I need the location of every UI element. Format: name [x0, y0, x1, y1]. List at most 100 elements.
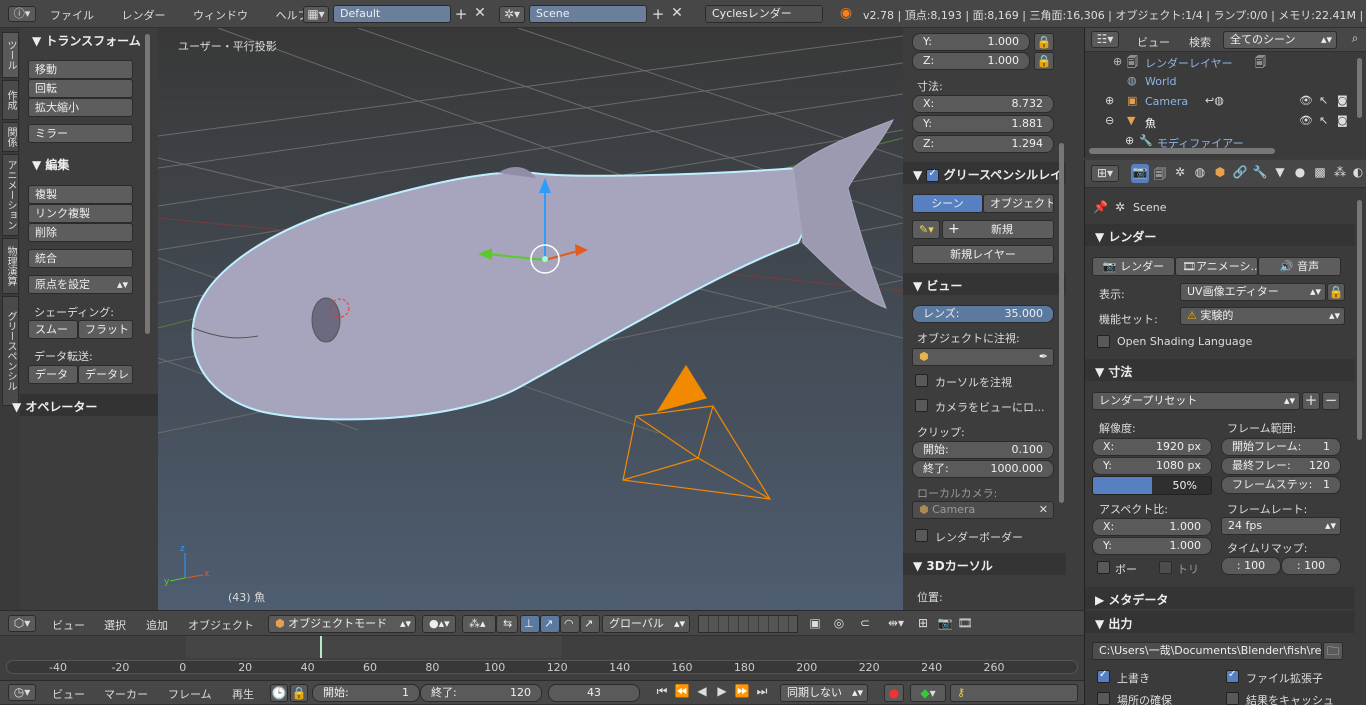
- camera-object[interactable]: [622, 364, 772, 500]
- scene-context-icon[interactable]: ✲: [1171, 165, 1189, 179]
- end-field[interactable]: 終了: 120: [420, 684, 542, 702]
- timeline-view-menu[interactable]: ビュー: [52, 686, 85, 702]
- selectable-cursor-icon[interactable]: ↖: [1319, 114, 1328, 127]
- dimensions-panel-header[interactable]: ▼ 寸法: [1095, 363, 1132, 380]
- move-button[interactable]: 移動: [28, 60, 133, 79]
- cache-result-checkbox[interactable]: [1226, 692, 1239, 705]
- new-layer-button[interactable]: 新規レイヤー: [912, 245, 1054, 264]
- audio-button[interactable]: 🔊 音声: [1258, 257, 1341, 276]
- scene-add-icon[interactable]: +: [650, 5, 666, 23]
- pin-icon[interactable]: 📌: [1093, 200, 1108, 214]
- render-button[interactable]: 📷 レンダー: [1092, 257, 1175, 276]
- frame-step-field[interactable]: フレームステッ: 1: [1221, 476, 1341, 494]
- object-menu[interactable]: オブジェクト: [188, 617, 254, 633]
- file-extension-checkbox[interactable]: [1226, 669, 1239, 683]
- material-context-icon[interactable]: ●: [1291, 165, 1309, 179]
- edit-panel-header[interactable]: ▼ 編集: [32, 156, 69, 173]
- jump-next-keyframe-icon[interactable]: ⏩: [732, 684, 752, 698]
- jump-prev-keyframe-icon[interactable]: ⏪: [672, 684, 692, 698]
- timeline-editor-icon[interactable]: ◷▾: [8, 684, 36, 701]
- scene-close-icon[interactable]: ✕: [669, 5, 685, 21]
- snap-target-icon[interactable]: ⊞: [914, 616, 932, 630]
- lock-location-z-icon[interactable]: 🔒: [1034, 52, 1054, 70]
- frame-menu[interactable]: フレーム: [168, 686, 212, 702]
- join-button[interactable]: 統合: [28, 249, 133, 268]
- visibility-eye-icon[interactable]: 👁: [1299, 114, 1313, 127]
- arc-manipulator-icon[interactable]: ◠: [560, 615, 580, 633]
- modifiers-context-icon[interactable]: 🔧: [1251, 165, 1269, 179]
- proportional-edit-icon[interactable]: ◎: [830, 616, 848, 630]
- outliner-filter-select[interactable]: 全てのシーン ▴▾: [1223, 31, 1337, 49]
- resolution-percentage-slider[interactable]: 50%: [1092, 476, 1212, 495]
- scene-icon[interactable]: ✲▾: [499, 6, 525, 23]
- flat-button[interactable]: フラット: [78, 320, 133, 339]
- outliner-item-camera[interactable]: ⊕ ▣ Camera ↩◍ 👁 ↖ ◙: [1105, 94, 1353, 112]
- render-camera-icon[interactable]: ◙: [1337, 94, 1348, 107]
- start-frame-field[interactable]: 開始フレーム: 1: [1221, 438, 1341, 456]
- jump-end-icon[interactable]: ⏭: [752, 684, 772, 699]
- tab-relations[interactable]: 関係: [2, 122, 19, 152]
- tab-animation[interactable]: アニメーション: [2, 154, 19, 236]
- playback-menu[interactable]: 再生: [232, 686, 254, 702]
- operator-panel-header[interactable]: ▼ オペレーター: [12, 398, 97, 415]
- render-border-checkbox[interactable]: [915, 529, 928, 542]
- animation-button[interactable]: 🎞アニメーシ...: [1175, 257, 1258, 276]
- particles-context-icon[interactable]: ⁂: [1331, 165, 1349, 179]
- dimension-x-field[interactable]: X: 8.732: [912, 95, 1054, 113]
- current-frame-field[interactable]: 43: [548, 684, 640, 702]
- preset-remove-icon[interactable]: −: [1322, 392, 1340, 410]
- lens-field[interactable]: レンズ: 35.000: [912, 305, 1054, 323]
- sync-mode-select[interactable]: 同期しない ▴▾: [780, 684, 868, 702]
- outliner-search-menu[interactable]: 検索: [1189, 34, 1211, 50]
- scene-field[interactable]: Scene: [529, 5, 647, 23]
- world-context-icon[interactable]: ◍: [1191, 165, 1209, 179]
- dimension-y-field[interactable]: Y: 1.881: [912, 115, 1054, 133]
- layout-close-icon[interactable]: ✕: [472, 5, 488, 21]
- local-camera-field[interactable]: ⬢ Camera ✕: [912, 501, 1054, 519]
- layer-buttons[interactable]: [698, 615, 798, 633]
- select-menu[interactable]: 選択: [104, 617, 126, 633]
- clip-end-field[interactable]: 終了: 1000.000: [912, 460, 1054, 478]
- marker-menu[interactable]: マーカー: [104, 686, 148, 702]
- interaction-mode-select[interactable]: ⬢ オブジェクトモード ▴▾: [268, 615, 416, 633]
- play-icon[interactable]: ▶: [712, 684, 732, 698]
- framerate-select[interactable]: 24 fps ▴▾: [1221, 517, 1341, 535]
- output-path-field[interactable]: C:\Users\一哉\Documents\Blender\fish\rend\: [1092, 642, 1322, 660]
- grease-object-button[interactable]: オブジェクト: [983, 194, 1054, 213]
- viewport-shading-select[interactable]: ●▴▾: [422, 615, 456, 633]
- npanel-scrollbar[interactable]: [1059, 143, 1064, 503]
- menu-render[interactable]: レンダー: [122, 7, 166, 23]
- lock-object-field[interactable]: ⬢ ✒: [912, 348, 1054, 366]
- outliner-editor-icon[interactable]: ☷▾: [1091, 31, 1119, 48]
- view3d-editor-icon[interactable]: ⬡▾: [8, 615, 36, 632]
- constraints-context-icon[interactable]: 🔗: [1231, 165, 1249, 179]
- 3d-cursor-panel-header[interactable]: ▼ 3Dカーソル: [913, 557, 993, 574]
- grease-new-button[interactable]: + 新規: [942, 220, 1054, 239]
- render-camera-icon[interactable]: ◙: [1337, 114, 1348, 127]
- lock-camera-checkbox[interactable]: [915, 399, 928, 412]
- transform-orientation-select[interactable]: グローバル ▴▾: [602, 615, 690, 633]
- outliner-vscrollbar[interactable]: [1357, 58, 1362, 118]
- resolution-x-field[interactable]: X: 1920 px: [1092, 438, 1212, 456]
- border-checkbox[interactable]: [1097, 561, 1110, 574]
- set-origin-select[interactable]: 原点を設定 ▴▾: [28, 275, 133, 294]
- outliner-hscrollbar[interactable]: [1089, 148, 1275, 154]
- selectable-cursor-icon[interactable]: ↖: [1319, 94, 1328, 107]
- lock-location-y-icon[interactable]: 🔒: [1034, 33, 1054, 51]
- data-layout-button[interactable]: データレ: [78, 365, 133, 384]
- render-preset-select[interactable]: レンダープリセット ▴▾: [1092, 392, 1300, 410]
- grease-scene-button[interactable]: シーン: [912, 194, 983, 213]
- rotate-button[interactable]: 回転: [28, 79, 133, 98]
- opengl-anim-render-icon[interactable]: 🎞: [956, 616, 974, 630]
- manipulator-toggle[interactable]: ⇆: [496, 615, 518, 633]
- end-frame-field[interactable]: 最終フレー: 120: [1221, 457, 1341, 475]
- scale-manipulator-icon[interactable]: ↗: [580, 615, 600, 633]
- render-context-icon[interactable]: 📷: [1131, 164, 1149, 183]
- jump-start-icon[interactable]: ⏮: [652, 684, 672, 699]
- remap-old-field[interactable]: : 100: [1221, 557, 1281, 575]
- properties-scrollbar[interactable]: [1357, 200, 1362, 440]
- info-editor-icon[interactable]: ⓘ▾: [8, 6, 36, 22]
- pivot-point-select[interactable]: ⁂▴: [462, 615, 496, 633]
- menu-file[interactable]: ファイル: [50, 7, 94, 23]
- preview-range-icon[interactable]: 🕒: [270, 684, 288, 702]
